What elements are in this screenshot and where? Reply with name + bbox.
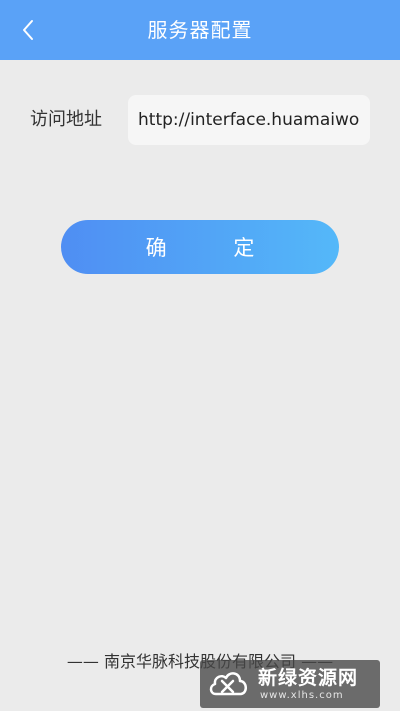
- page-title: 服务器配置: [147, 18, 253, 42]
- access-address-input[interactable]: [128, 95, 370, 145]
- watermark-url: www.xlhs.com: [260, 690, 344, 701]
- confirm-button[interactable]: 确 定: [61, 220, 339, 274]
- watermark-title: 新绿资源网: [258, 667, 359, 689]
- header-bar: 服务器配置: [0, 0, 400, 60]
- site-watermark: 新绿资源网 www.xlhs.com: [200, 660, 380, 708]
- cloud-logo-icon: [209, 672, 247, 696]
- server-url-row: 访问地址: [0, 95, 400, 145]
- access-address-label: 访问地址: [30, 109, 102, 130]
